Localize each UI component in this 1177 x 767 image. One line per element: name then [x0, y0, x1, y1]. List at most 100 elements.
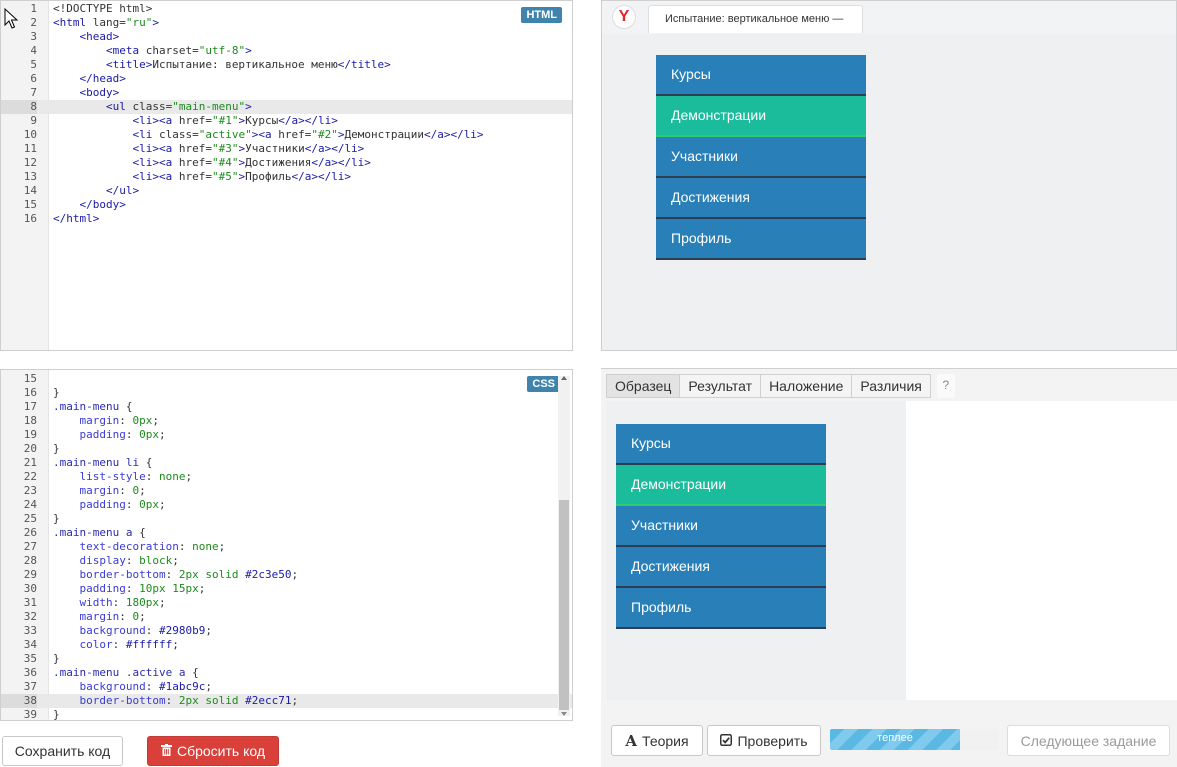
html-code-line[interactable]: 14 </ul>: [1, 184, 572, 198]
css-code-line[interactable]: 26 .main-menu a {: [1, 526, 572, 540]
css-code-line[interactable]: 19 padding: 0px;: [1, 428, 572, 442]
html-line-number: 9: [30, 114, 37, 127]
html-code-line[interactable]: 2 <html lang="ru">: [1, 16, 572, 30]
tab-sample[interactable]: Образец: [606, 374, 681, 398]
html-code-line[interactable]: 7 <body>: [1, 86, 572, 100]
preview-menu-link[interactable]: Профиль: [656, 219, 866, 260]
help-icon[interactable]: ?: [936, 374, 955, 398]
reset-code-button[interactable]: Сбросить код: [147, 736, 279, 766]
save-code-button[interactable]: Сохранить код: [2, 736, 123, 766]
scroll-thumb[interactable]: [559, 500, 569, 710]
css-code-line[interactable]: 24 padding: 0px;: [1, 498, 572, 512]
code-token: :: [145, 470, 159, 483]
css-code-line[interactable]: 39}: [1, 708, 572, 720]
css-code-line[interactable]: 21 .main-menu li {: [1, 456, 572, 470]
html-code-line[interactable]: 16 </html>: [1, 212, 572, 226]
css-code-line[interactable]: 32 margin: 0;: [1, 610, 572, 624]
tab-result[interactable]: Результат: [680, 374, 762, 398]
html-code-line[interactable]: 13 <li><a href="#5">Профиль</a></li>: [1, 170, 572, 184]
sample-menu-link[interactable]: Профиль: [616, 588, 826, 629]
css-code-line[interactable]: 29 border-bottom: 2px solid #2c3e50;: [1, 568, 572, 582]
code-token: Достижения: [245, 156, 312, 169]
code-token: charset=: [145, 44, 199, 57]
code-token: </body>: [79, 198, 126, 211]
yandex-logo-icon[interactable]: Y: [612, 5, 636, 29]
html-code-line[interactable]: 1 <!DOCTYPE html>: [1, 2, 572, 16]
css-editor[interactable]: 15 16} 17 .main-menu {18 margin: 0px; 19 pad…: [0, 369, 573, 721]
html-line-text: <!DOCTYPE html>: [53, 2, 152, 16]
css-editor-scrollbar[interactable]: [558, 376, 570, 716]
css-code-line[interactable]: 35}: [1, 652, 572, 666]
css-code-line[interactable]: 23 margin: 0;: [1, 484, 572, 498]
css-code-line[interactable]: 25}: [1, 512, 572, 526]
theory-label: Теория: [642, 732, 689, 749]
scroll-down-icon[interactable]: [561, 712, 567, 716]
html-code-line[interactable]: 10 <li class="active"><a href="#2">Демон…: [1, 128, 572, 142]
html-code-line[interactable]: 4 <meta charset="utf-8">: [1, 44, 572, 58]
css-code-line[interactable]: 33 background: #2980b9;: [1, 624, 572, 638]
preview-menu-link[interactable]: Демонстрации: [656, 96, 866, 137]
css-code-line[interactable]: 27 text-decoration: none;: [1, 540, 572, 554]
css-code-line[interactable]: 17 .main-menu {: [1, 400, 572, 414]
code-token: :: [145, 624, 159, 637]
next-task-button[interactable]: Следующее задание: [1007, 725, 1170, 756]
css-code-line[interactable]: 34 color: #ffffff;: [1, 638, 572, 652]
sample-menu-link[interactable]: Достижения: [616, 547, 826, 588]
html-code-line[interactable]: 12 <li><a href="#4">Достижения</a></li>: [1, 156, 572, 170]
css-code-line[interactable]: 18 margin: 0px;: [1, 414, 572, 428]
css-code-line[interactable]: 28 display: block;: [1, 554, 572, 568]
mouse-pointer-icon: [4, 7, 19, 34]
preview-menu-link[interactable]: Курсы: [656, 55, 866, 96]
css-code-line[interactable]: 16}: [1, 386, 572, 400]
sample-menu-link[interactable]: Демонстрации: [616, 465, 826, 506]
css-code-line[interactable]: 37 background: #1abc9c;: [1, 680, 572, 694]
html-editor[interactable]: 1 <!DOCTYPE html> 2 <html lang="ru"> 3 <head…: [0, 0, 573, 351]
sample-menu-link[interactable]: Участники: [616, 506, 826, 547]
code-token: 10px 15px: [139, 582, 199, 595]
code-token: >: [152, 16, 159, 29]
html-code-area[interactable]: 1 <!DOCTYPE html> 2 <html lang="ru"> 3 <head…: [1, 2, 572, 226]
html-code-line[interactable]: 15 </body>: [1, 198, 572, 212]
css-line-text: padding: 0px;: [53, 428, 166, 442]
scroll-up-icon[interactable]: [561, 376, 567, 380]
sample-menu-link[interactable]: Курсы: [616, 424, 826, 465]
code-token: "main-menu": [172, 100, 246, 113]
preview-menu-link[interactable]: Достижения: [656, 178, 866, 219]
html-line-number: 10: [23, 128, 37, 141]
theory-button[interactable]: A Теория: [611, 725, 703, 756]
html-code-line[interactable]: 6 </head>: [1, 72, 572, 86]
css-code-line[interactable]: 20}: [1, 442, 572, 456]
tab-differences[interactable]: Различия: [852, 374, 931, 398]
css-code-line[interactable]: 15: [1, 372, 572, 386]
check-button[interactable]: Проверить: [707, 725, 821, 756]
css-code-line[interactable]: 30 padding: 10px 15px;: [1, 582, 572, 596]
css-code-line[interactable]: 36 .main-menu .active a {: [1, 666, 572, 680]
html-line-number: 13: [23, 170, 37, 183]
css-code-line[interactable]: 31 width: 180px;: [1, 596, 572, 610]
html-code-line[interactable]: 5 <title>Испытание: вертикальное меню</t…: [1, 58, 572, 72]
preview-menu-link[interactable]: Участники: [656, 137, 866, 178]
code-token: </a></li>: [278, 114, 338, 127]
comparison-panel: Образец Результат Наложение Различия ? К…: [601, 368, 1177, 767]
code-token: :: [165, 568, 179, 581]
html-code-line[interactable]: 11 <li><a href="#3">Участники</a></li>: [1, 142, 572, 156]
html-line-number: 12: [23, 156, 37, 169]
code-token: #2980b9: [158, 624, 206, 637]
tab-overlay[interactable]: Наложение: [761, 374, 853, 398]
css-code-line[interactable]: 38 border-bottom: 2px solid #2ecc71;: [1, 694, 572, 708]
html-code-line[interactable]: 9 <li><a href="#1">Курсы</a></li>: [1, 114, 572, 128]
code-token: Участники: [245, 142, 305, 155]
code-token: none: [158, 470, 186, 483]
code-token: "ru": [125, 16, 153, 29]
html-code-line[interactable]: 3 <head>: [1, 30, 572, 44]
css-code-line[interactable]: 22 list-style: none;: [1, 470, 572, 484]
browser-tab[interactable]: Испытание: вертикальное меню —: [648, 5, 863, 33]
css-code-area[interactable]: 15 16} 17 .main-menu {18 margin: 0px; 19 pad…: [1, 372, 572, 720]
html-code-line[interactable]: 8 <ul class="main-menu">: [1, 100, 572, 114]
